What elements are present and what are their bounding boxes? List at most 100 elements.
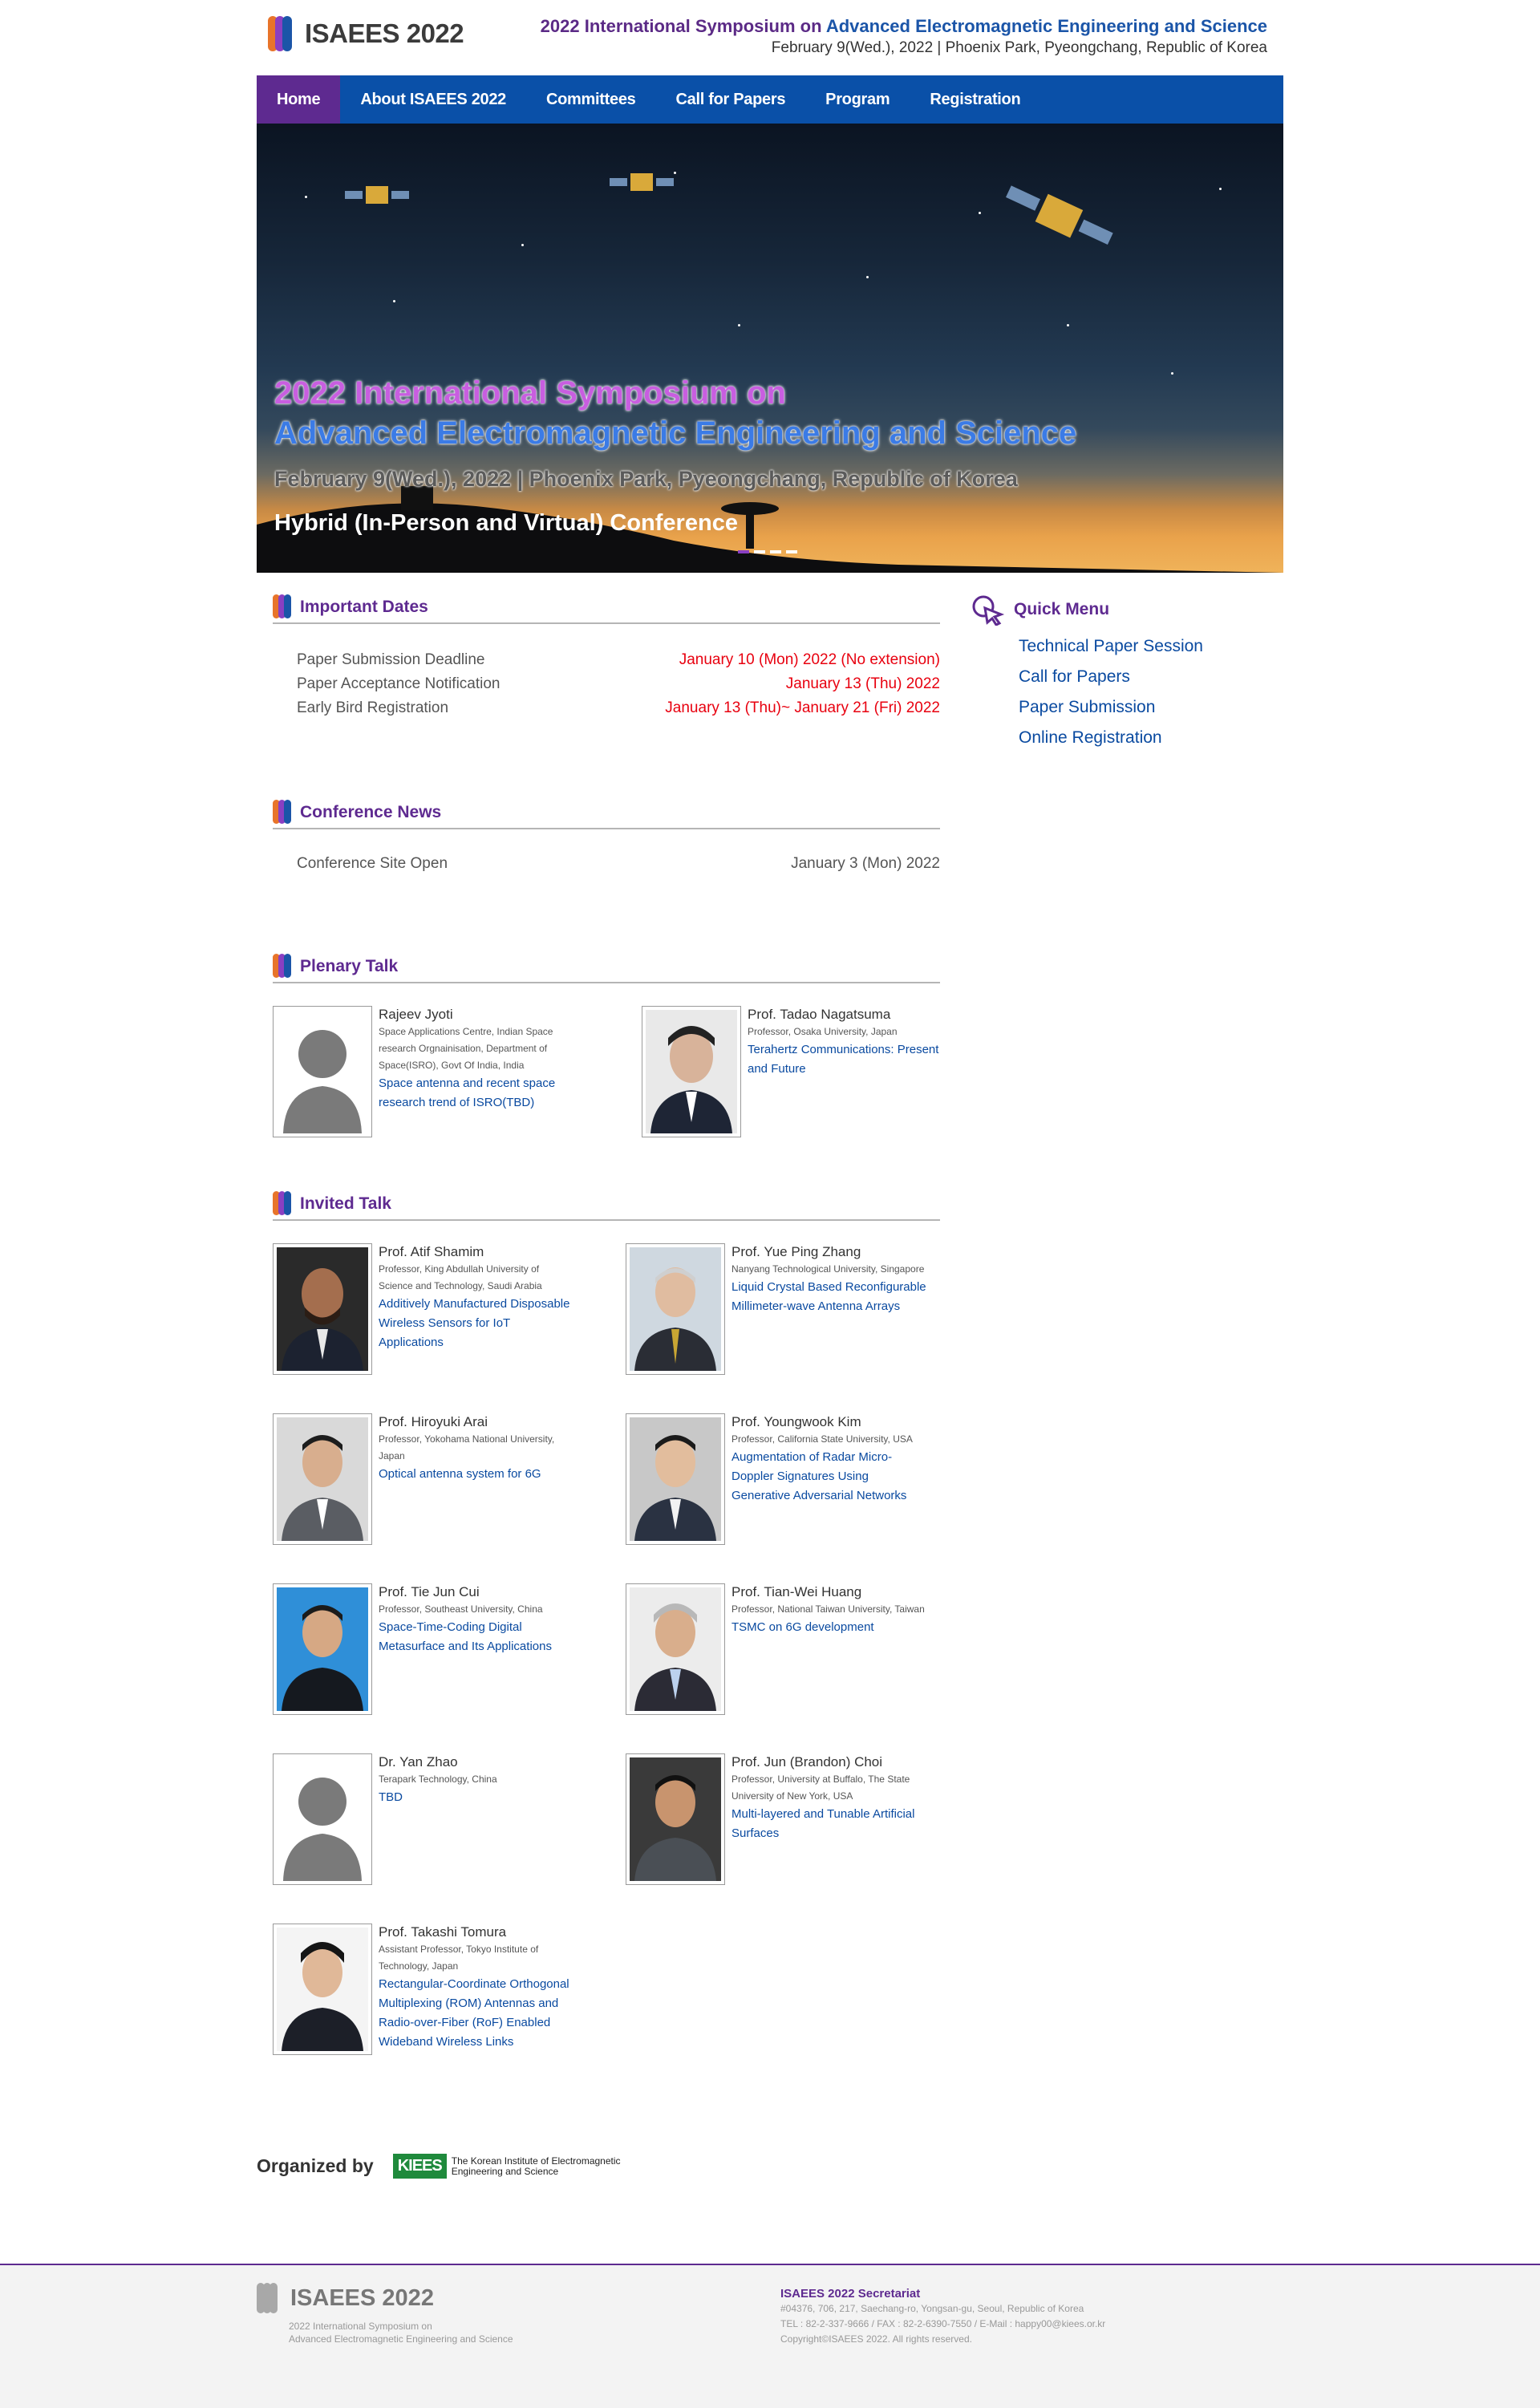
- nav-about[interactable]: About ISAEES 2022: [340, 75, 526, 124]
- footer-address: #04376, 706, 217, Saechang-ro, Yongsan-g…: [780, 2303, 1084, 2314]
- speaker-affiliation: Professor, National Taiwan University, T…: [732, 1603, 925, 1615]
- quick-link-online-registration[interactable]: Online Registration: [1019, 728, 1203, 759]
- speaker-name: Prof. Tian-Wei Huang: [732, 1584, 862, 1599]
- speaker-name: Prof. Jun (Brandon) Choi: [732, 1754, 883, 1770]
- speaker-photo: [626, 1753, 725, 1885]
- banner-star: [674, 172, 676, 174]
- nav-program[interactable]: Program: [805, 75, 910, 124]
- speaker-talk-title[interactable]: Rectangular-Coordinate Orthogonal Multip…: [379, 1975, 575, 2052]
- organized-by: Organized by KIEES The Korean Institute …: [257, 2154, 621, 2179]
- nav-home[interactable]: Home: [257, 75, 341, 124]
- speaker-talk-title[interactable]: Multi-layered and Tunable Artificial Sur…: [732, 1805, 928, 1843]
- section-title: Important Dates: [300, 598, 428, 616]
- site-logo[interactable]: ISAEES 2022: [268, 16, 464, 51]
- slider-dot[interactable]: [754, 550, 765, 553]
- satellite-icon: [345, 186, 409, 204]
- speaker-talk-title[interactable]: Space-Time-Coding Digital Metasurface an…: [379, 1618, 575, 1656]
- footer-sub-line1: 2022 International Symposium on: [289, 2321, 432, 2332]
- speaker-photo: [626, 1413, 725, 1545]
- speaker-talk-title[interactable]: Terahertz Communications: Present and Fu…: [748, 1040, 944, 1079]
- speaker-talk-title[interactable]: Augmentation of Radar Micro-Doppler Sign…: [732, 1448, 928, 1506]
- banner-title-line1: 2022 International Symposium on: [274, 375, 786, 411]
- banner-title-line2: Advanced Electromagnetic Engineering and…: [274, 416, 1077, 451]
- speaker-affiliation: Professor, University at Buffalo, The St…: [732, 1774, 910, 1802]
- person-photo-icon: [282, 1942, 363, 2051]
- speaker-card: Prof. Tian-Wei Huang Professor, National…: [626, 1583, 962, 1715]
- header-title-part1: 2022 International Symposium on: [540, 16, 822, 36]
- date-row: Early Bird Registration January 13 (Thu)…: [297, 699, 940, 717]
- banner-star: [1171, 372, 1173, 375]
- speaker-talk-title[interactable]: Liquid Crystal Based Reconfigurable Mill…: [732, 1278, 928, 1316]
- person-photo-icon: [282, 1435, 363, 1541]
- speaker-talk-title[interactable]: Additively Manufactured Disposable Wirel…: [379, 1295, 575, 1352]
- speaker-photo: [626, 1583, 725, 1715]
- speaker-affiliation: Nanyang Technological University, Singap…: [732, 1263, 925, 1275]
- speaker-photo: [273, 1006, 372, 1137]
- speaker-card: Prof. Atif Shamim Professor, King Abdull…: [273, 1243, 610, 1375]
- page-container: ISAEES 2022 2022 International Symposium…: [257, 0, 1283, 2264]
- banner-star: [305, 196, 307, 198]
- quick-link-technical-session[interactable]: Technical Paper Session: [1019, 637, 1203, 667]
- speaker-talk-title[interactable]: Optical antenna system for 6G: [379, 1465, 575, 1484]
- nav-registration[interactable]: Registration: [910, 75, 1040, 124]
- speaker-affiliation: Assistant Professor, Tokyo Institute of …: [379, 1944, 539, 1972]
- logo-text: ISAEES 2022: [305, 18, 464, 48]
- slider-dot[interactable]: [738, 550, 749, 553]
- banner-star: [979, 212, 981, 214]
- speaker-talk-title[interactable]: TBD: [379, 1788, 575, 1807]
- section-title: Plenary Talk: [300, 957, 399, 975]
- person-photo-icon: [650, 1026, 732, 1133]
- hero-banner: 2022 International Symposium on Advanced…: [257, 124, 1283, 573]
- speaker-card: Rajeev Jyoti Space Applications Centre, …: [273, 1006, 610, 1137]
- date-value: January 10 (Mon) 2022 (No extension): [679, 651, 940, 668]
- slider-pagination: [738, 550, 797, 553]
- quick-link-paper-submission[interactable]: Paper Submission: [1019, 698, 1203, 728]
- banner-star: [866, 276, 869, 278]
- footer-contact-line: TEL : 82-2-337-9666 / FAX : 82-2-6390-75…: [780, 2318, 1106, 2329]
- header-subtitle: February 9(Wed.), 2022 | Phoenix Park, P…: [771, 39, 1267, 56]
- news-label: Conference Site Open: [297, 855, 448, 872]
- person-photo-icon: [634, 1775, 716, 1881]
- site-footer: ISAEES 2022 2022 International Symposium…: [0, 2264, 1540, 2408]
- news-row[interactable]: Conference Site Open January 3 (Mon) 202…: [297, 855, 940, 873]
- banner-star: [738, 324, 740, 326]
- quick-menu: Quick Menu Technical Paper Session Call …: [971, 594, 1203, 759]
- speaker-name: Dr. Yan Zhao: [379, 1754, 458, 1770]
- speaker-affiliation: Professor, Osaka University, Japan: [748, 1026, 898, 1037]
- header-title: 2022 International Symposium on Advanced…: [541, 16, 1267, 37]
- speaker-affiliation: Professor, Yokohama National University,…: [379, 1433, 555, 1461]
- speaker-name: Prof. Tadao Nagatsuma: [748, 1007, 891, 1022]
- date-value: January 13 (Thu) 2022: [785, 675, 940, 692]
- speaker-talk-title[interactable]: TSMC on 6G development: [732, 1618, 928, 1637]
- nav-committees[interactable]: Committees: [526, 75, 655, 124]
- banner-date-venue: February 9(Wed.), 2022 | Phoenix Park, P…: [274, 467, 1018, 491]
- speaker-photo: [273, 1413, 372, 1545]
- person-photo-icon: [634, 1435, 716, 1541]
- speaker-photo: [273, 1243, 372, 1375]
- nav-call-for-papers[interactable]: Call for Papers: [655, 75, 805, 124]
- speaker-affiliation: Space Applications Centre, Indian Space …: [379, 1026, 553, 1071]
- important-dates-heading: Important Dates: [273, 592, 940, 624]
- invited-talk-heading: Invited Talk: [273, 1189, 940, 1221]
- satellite-icon: [610, 173, 674, 191]
- header-info: 2022 International Symposium on Advanced…: [541, 16, 1267, 57]
- section-title: Conference News: [300, 803, 442, 821]
- person-photo-icon: [634, 1603, 716, 1711]
- slider-dot[interactable]: [786, 550, 797, 553]
- speaker-card: Prof. Jun (Brandon) Choi Professor, Univ…: [626, 1753, 962, 1885]
- cursor-click-icon: [972, 595, 1005, 626]
- kiees-logo[interactable]: KIEES The Korean Institute of Electromag…: [392, 2154, 621, 2179]
- speaker-name: Prof. Youngwook Kim: [732, 1414, 861, 1429]
- banner-conference-format: Hybrid (In-Person and Virtual) Conferenc…: [274, 510, 738, 536]
- date-label: Early Bird Registration: [297, 699, 449, 716]
- footer-sub-line2: Advanced Electromagnetic Engineering and…: [289, 2333, 513, 2345]
- speaker-affiliation: Professor, King Abdullah University of S…: [379, 1263, 542, 1291]
- slider-dot[interactable]: [770, 550, 781, 553]
- footer-logo-text: ISAEES 2022: [290, 2284, 434, 2311]
- quick-link-call-for-papers[interactable]: Call for Papers: [1019, 667, 1203, 698]
- person-photo-icon: [282, 1268, 363, 1371]
- speaker-card: Prof. Tie Jun Cui Professor, Southeast U…: [273, 1583, 610, 1715]
- speaker-card: Prof. Hiroyuki Arai Professor, Yokohama …: [273, 1413, 610, 1545]
- speaker-talk-title[interactable]: Space antenna and recent space research …: [379, 1074, 575, 1113]
- date-value: January 13 (Thu)~ January 21 (Fri) 2022: [665, 699, 940, 716]
